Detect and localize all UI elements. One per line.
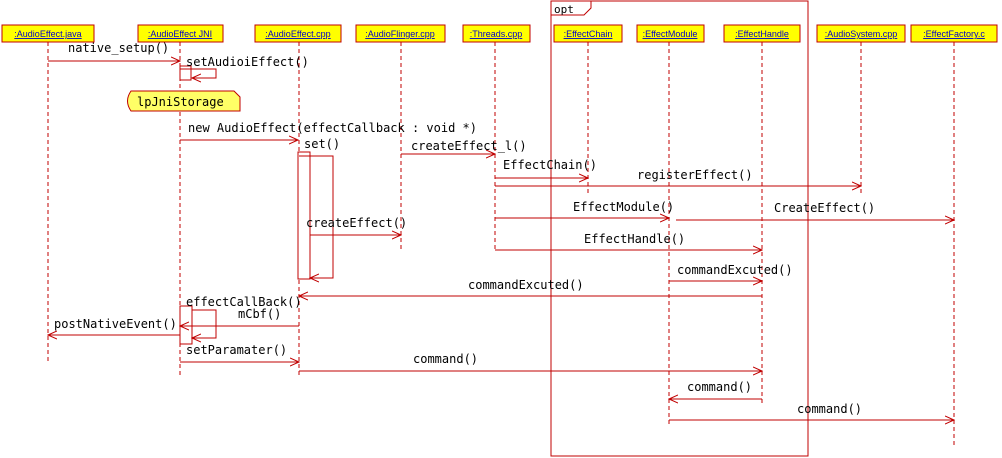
activation-bar: [179, 305, 193, 345]
opt-frame-label: opt: [554, 3, 574, 16]
message-label: native_setup(): [68, 41, 169, 55]
message-label: EffectChain(): [503, 158, 597, 172]
opt-frame: opt: [550, 0, 809, 457]
participant-label: :EffectHandle: [735, 29, 789, 39]
message-label: CreateEffect(): [774, 201, 875, 215]
participant-effectfactory-c: :EffectFactory.c: [910, 24, 998, 43]
participant-label: :AudioSystem.cpp: [825, 29, 898, 39]
message-label: new AudioEffect(effectCallback : void *): [188, 121, 477, 135]
participant-effectchain: :EffectChain: [553, 24, 623, 43]
message-label: command(): [687, 380, 752, 394]
sequence-diagram: opt :AudioEffect.java :AudioEffect JNI :…: [1, 0, 998, 457]
participant-label: :AudioEffect.cpp: [265, 29, 330, 39]
participant-effecthandle: :EffectHandle: [723, 24, 801, 43]
message-label: commandExcuted(): [677, 263, 793, 277]
message-label: command(): [797, 402, 862, 416]
participant-effectmodule: :EffectModule: [636, 24, 705, 43]
message-label: createEffect_l(): [411, 139, 527, 153]
note-lpjnistorage: lpJniStorage: [127, 90, 241, 112]
note-label: lpJniStorage: [137, 95, 224, 109]
message-label: mCbf(): [238, 307, 281, 321]
message-label: set(): [304, 137, 340, 151]
message-label: setAudioiEffect(): [186, 55, 309, 69]
message-label: postNativeEvent(): [54, 317, 177, 331]
participant-audioeffect-cpp: :AudioEffect.cpp: [254, 24, 342, 43]
participant-label: :EffectChain: [564, 29, 613, 39]
participant-label: :EffectModule: [643, 29, 698, 39]
message-label: createEffect(): [306, 216, 407, 230]
participant-label: :EffectFactory.c: [923, 29, 985, 39]
participant-headers: :AudioEffect.java :AudioEffect JNI :Audi…: [1, 24, 998, 43]
participant-label: :AudioEffect JNI: [148, 29, 212, 39]
message-label: EffectModule(): [573, 200, 674, 214]
message-label: commandExcuted(): [468, 278, 584, 292]
participant-threads-cpp: :Threads.cpp: [462, 24, 531, 43]
participant-audioeffect-java: :AudioEffect.java: [1, 24, 95, 43]
message-label: setParamater(): [186, 343, 287, 357]
participant-label: :AudioFlinger.cpp: [365, 29, 435, 39]
participant-label: :Threads.cpp: [470, 29, 523, 39]
message-label: EffectHandle(): [584, 232, 685, 246]
message-label: registerEffect(): [637, 168, 753, 182]
participant-audioeffect-jni: :AudioEffect JNI: [137, 24, 224, 43]
participant-audioflinger-cpp: :AudioFlinger.cpp: [355, 24, 446, 43]
participant-label: :AudioEffect.java: [14, 29, 81, 39]
message-label: command(): [413, 352, 478, 366]
participant-audiosystem-cpp: :AudioSystem.cpp: [816, 24, 906, 43]
message-self-arrow: [192, 309, 217, 338]
